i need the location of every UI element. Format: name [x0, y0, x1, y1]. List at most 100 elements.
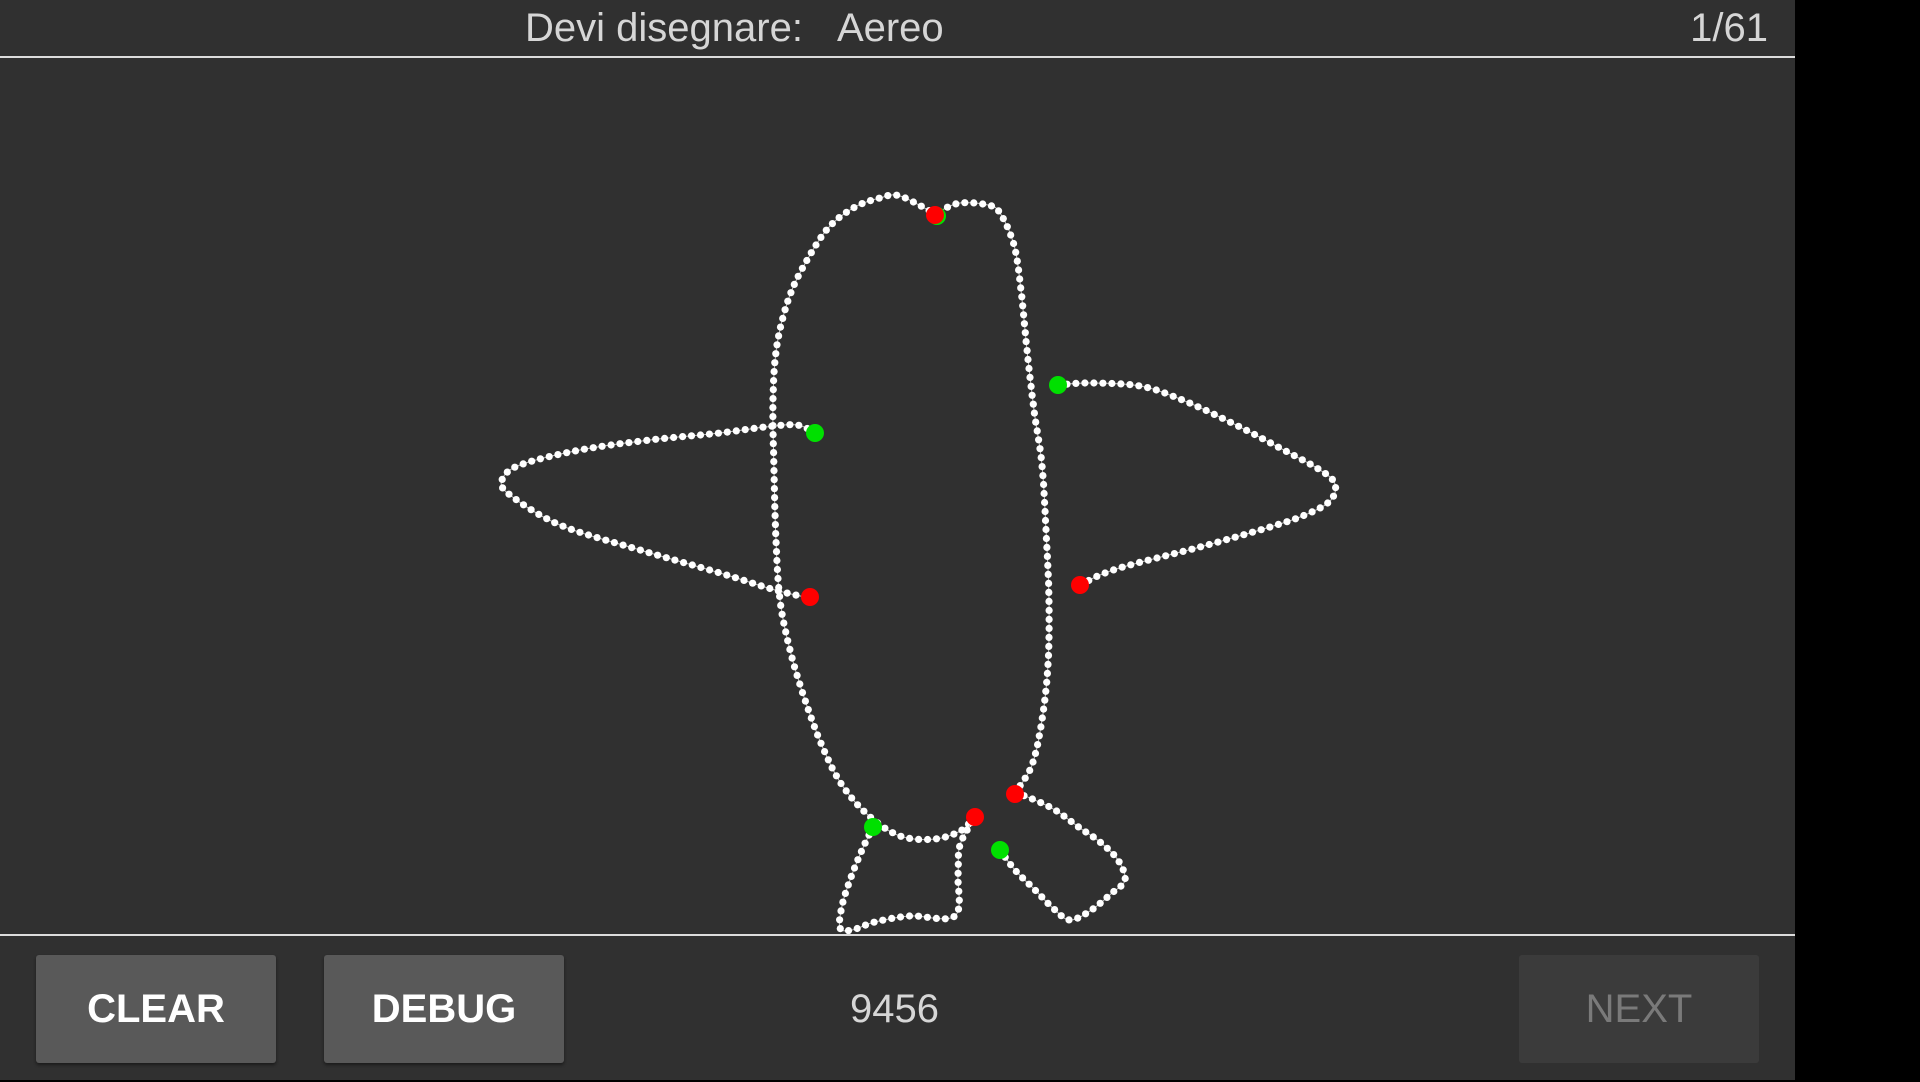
stroke-point — [1093, 572, 1101, 581]
footer-bar: CLEAR DEBUG 9456 NEXT — [0, 934, 1795, 1082]
stroke-point — [854, 801, 862, 809]
debug-button[interactable]: DEBUG — [324, 955, 564, 1063]
stroke-point — [652, 435, 660, 443]
stroke-point — [499, 484, 507, 492]
stroke-point — [779, 314, 787, 322]
stroke-point — [1012, 867, 1020, 876]
stroke-point — [1266, 523, 1274, 531]
stroke-point — [645, 549, 653, 557]
stroke-point — [1028, 795, 1036, 803]
stroke-point — [1072, 379, 1080, 387]
stroke-point — [1053, 807, 1061, 815]
stroke-point — [654, 551, 662, 559]
stroke-point — [787, 289, 795, 297]
stroke-point — [955, 887, 963, 895]
stroke-point — [822, 226, 830, 234]
stroke-point — [766, 584, 774, 593]
stroke-point — [1018, 293, 1026, 301]
stroke-point — [881, 824, 889, 832]
stroke-point — [1031, 886, 1040, 895]
stroke-point — [848, 794, 856, 802]
stroke-point — [1282, 447, 1290, 455]
stroke-point — [1039, 472, 1047, 480]
stroke-point — [1025, 364, 1033, 373]
stroke-point — [1089, 905, 1097, 913]
stroke-point — [1170, 550, 1178, 558]
progress-counter: 1/61 — [1690, 6, 1768, 50]
stroke-point — [511, 463, 519, 471]
stroke-point — [774, 587, 783, 595]
stroke-point — [551, 519, 559, 527]
stroke-point — [771, 503, 779, 511]
stroke-point — [961, 199, 969, 207]
stroke-point — [1096, 899, 1104, 907]
stroke-point — [956, 842, 964, 851]
stroke-point — [782, 628, 790, 636]
stroke-point — [1045, 579, 1053, 588]
stroke-point — [1186, 399, 1194, 407]
stroke-point — [1194, 403, 1202, 411]
stroke-point — [896, 913, 905, 921]
stroke-point — [866, 197, 875, 205]
stroke-point — [860, 807, 868, 815]
stroke-point — [1179, 547, 1187, 555]
stroke-point — [706, 566, 714, 574]
stroke-point — [1188, 545, 1196, 553]
stroke-point — [1110, 887, 1118, 896]
stroke-point — [687, 432, 696, 440]
drawing-canvas[interactable] — [0, 58, 1795, 934]
next-button[interactable]: NEXT — [1519, 955, 1759, 1063]
stroke-point — [1037, 799, 1045, 807]
stroke-point — [932, 835, 941, 843]
stroke-point — [790, 663, 799, 671]
stroke-point — [870, 918, 878, 926]
stroke-point — [1126, 381, 1134, 389]
stroke-point — [770, 467, 778, 475]
stroke-point — [857, 847, 866, 856]
stroke-point — [1025, 880, 1033, 888]
stroke-point — [1082, 910, 1090, 918]
stroke-point — [1089, 833, 1097, 841]
stroke-point — [879, 916, 887, 924]
stroke-point — [1045, 802, 1053, 811]
stroke-point — [837, 907, 845, 915]
green-start-marker — [991, 841, 1009, 859]
drawing-app: Devi disegnare: Aereo 1/61 CLEAR DEBUG 94… — [0, 0, 1795, 1080]
stroke-point — [1041, 516, 1050, 525]
clear-button[interactable]: CLEAR — [36, 955, 276, 1063]
stroke-point — [801, 697, 810, 705]
stroke-point — [817, 233, 825, 241]
drawing-prompt: Devi disegnare: Aereo — [525, 6, 944, 51]
stroke-point — [909, 198, 918, 206]
stroke-point — [1328, 475, 1336, 483]
stroke-point — [771, 494, 779, 502]
stroke-point — [1016, 275, 1024, 283]
stroke-point — [1010, 239, 1018, 248]
green-start-marker — [806, 424, 824, 442]
stroke-point — [897, 832, 905, 840]
stroke-point — [804, 706, 812, 714]
stroke-point — [821, 748, 829, 756]
score-value: 9456 — [850, 987, 939, 1031]
stroke-point — [784, 637, 792, 645]
left-wing-stroke — [498, 421, 819, 601]
stroke-point — [1235, 422, 1243, 430]
stroke-point — [1026, 766, 1034, 775]
stroke-point — [723, 571, 731, 579]
stroke-point — [861, 921, 870, 929]
stroke-point — [1108, 379, 1116, 388]
stroke-point — [915, 835, 923, 844]
stroke-point — [1033, 427, 1041, 435]
stroke-point — [772, 539, 780, 547]
sketch-strokes — [498, 191, 1340, 934]
stroke-point — [955, 896, 963, 904]
stroke-point — [786, 645, 794, 654]
stroke-point — [1103, 844, 1111, 852]
stroke-point — [519, 460, 527, 468]
stroke-point — [807, 714, 815, 722]
stroke-point — [1300, 511, 1308, 520]
stroke-point — [1044, 899, 1052, 908]
stroke-point — [783, 589, 791, 597]
stroke-point — [584, 531, 593, 539]
stroke-point — [1044, 660, 1052, 669]
